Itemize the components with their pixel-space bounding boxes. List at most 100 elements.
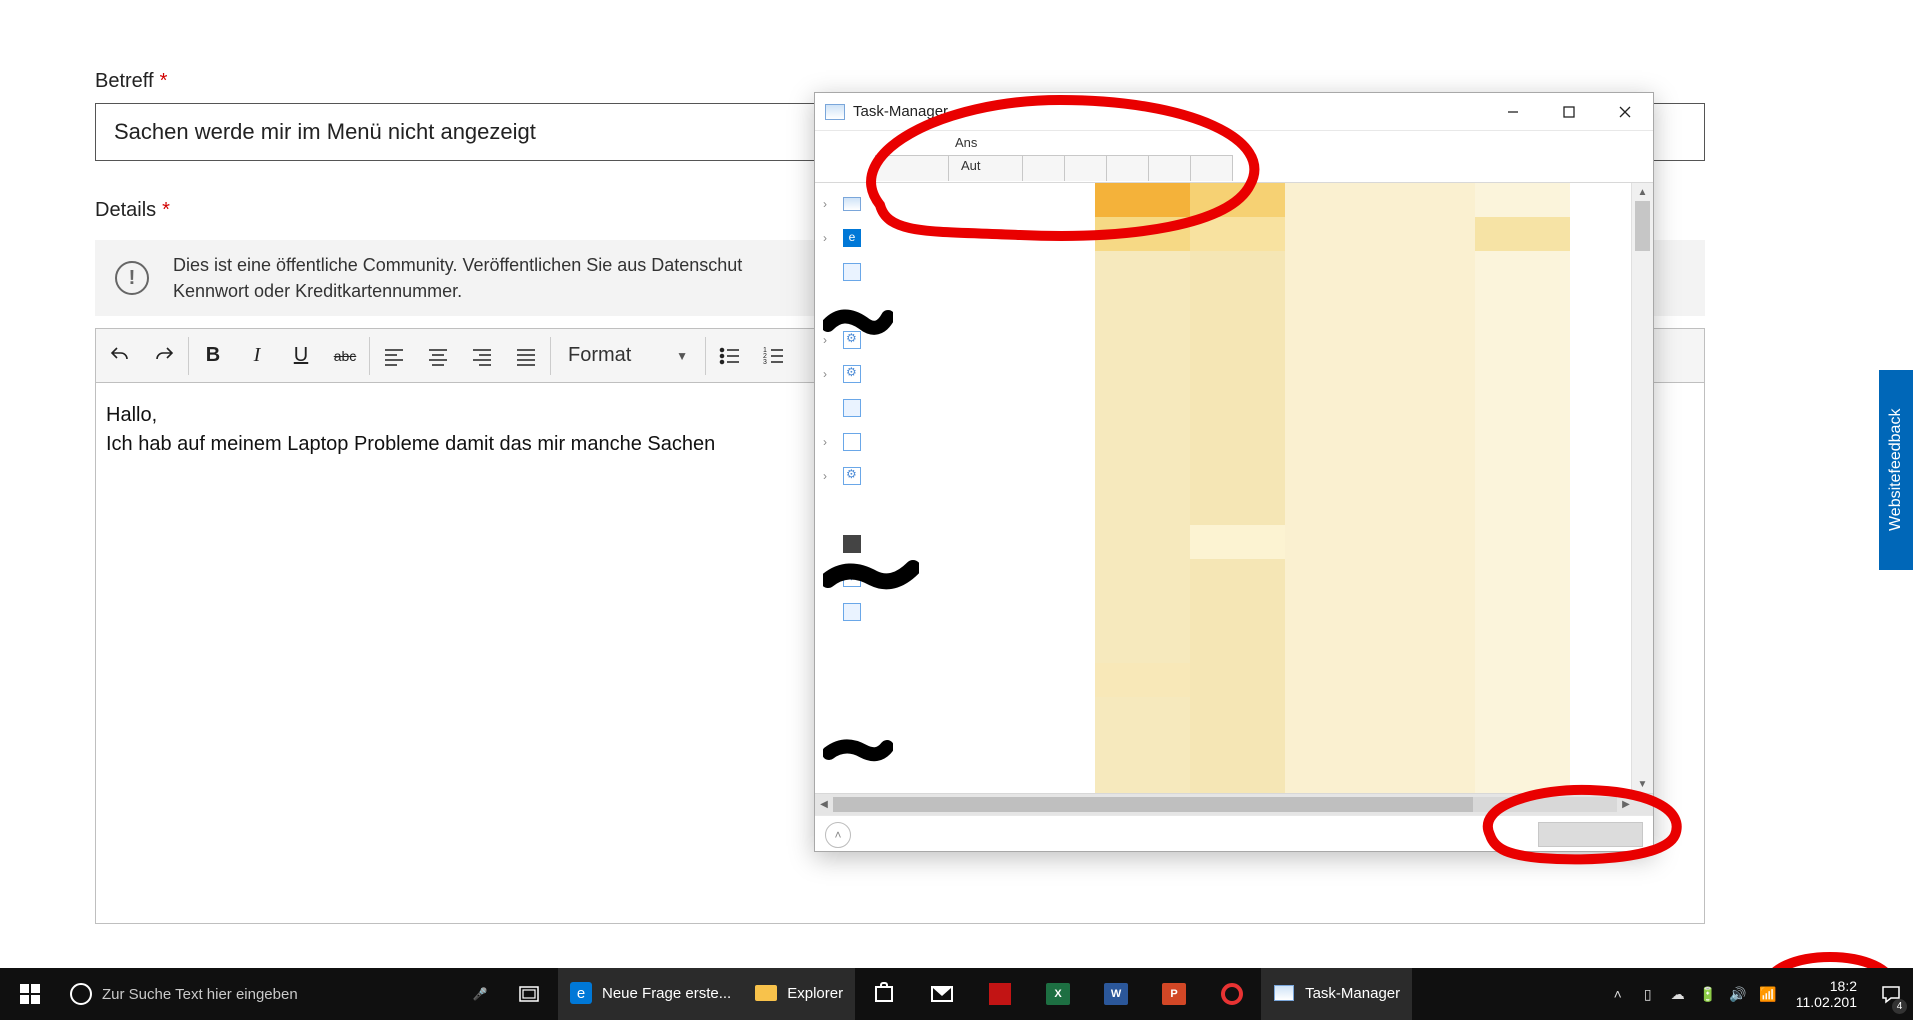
taskbar-app-generic[interactable] [971, 968, 1029, 1020]
taskbar-app-opera[interactable] [1203, 968, 1261, 1020]
tray-chevron-icon[interactable]: ˄ [1606, 982, 1630, 1006]
ordered-list-button[interactable]: 123 [752, 334, 796, 378]
scroll-down-icon[interactable]: ▼ [1632, 775, 1653, 793]
process-row[interactable]: › [815, 459, 1095, 493]
taskbar-app-mail[interactable] [913, 968, 971, 1020]
strikethrough-button[interactable]: abc [323, 334, 367, 378]
process-row[interactable] [815, 527, 1095, 561]
taskbar-app-label: Task-Manager [1305, 985, 1400, 1002]
taskbar-app-excel[interactable]: X [1029, 968, 1087, 1020]
align-left-icon [382, 344, 406, 368]
unordered-list-button[interactable] [708, 334, 752, 378]
minimize-button[interactable] [1485, 93, 1541, 131]
app-icon [843, 603, 861, 621]
process-row[interactable]: › [815, 357, 1095, 391]
process-row[interactable]: › [815, 187, 1095, 221]
undo-icon [108, 344, 132, 368]
align-justify-icon [514, 344, 538, 368]
align-left-button[interactable] [372, 334, 416, 378]
more-details-toggle[interactable]: ˄ [825, 822, 851, 848]
scroll-thumb[interactable] [1635, 201, 1650, 251]
tab-button[interactable] [1023, 155, 1065, 181]
redo-button[interactable] [142, 334, 186, 378]
process-row[interactable]: › [815, 425, 1095, 459]
tray-battery-icon[interactable]: 🔋 [1696, 982, 1720, 1006]
taskbar-app-powerpoint[interactable]: P [1145, 968, 1203, 1020]
process-row[interactable] [815, 391, 1095, 425]
store-icon [843, 433, 861, 451]
cortana-icon [70, 983, 92, 1005]
settings-icon [843, 467, 861, 485]
taskbar-clock[interactable]: 18:2 11.02.201 [1784, 978, 1869, 1010]
process-row[interactable] [815, 255, 1095, 289]
tab-button[interactable]: Aut [949, 155, 1023, 181]
taskbar-app-word[interactable]: W [1087, 968, 1145, 1020]
scroll-thumb[interactable] [833, 797, 1473, 812]
task-manager-window: Task-Manager Ans Aut [814, 92, 1654, 852]
numbered-list-icon: 123 [762, 344, 786, 368]
task-view-icon [519, 986, 539, 1002]
chevron-right-icon: › [823, 469, 835, 483]
horizontal-scrollbar[interactable]: ◀ ▶ [815, 793, 1653, 815]
folder-icon [755, 985, 777, 1001]
windows-taskbar: Zur Suche Text hier eingeben 🎤 e Neue Fr… [0, 968, 1913, 1020]
task-manager-icon [825, 104, 845, 120]
italic-button[interactable]: I [235, 334, 279, 378]
process-row[interactable] [815, 595, 1095, 629]
taskbar-search[interactable]: Zur Suche Text hier eingeben [60, 968, 460, 1020]
redaction-mark [823, 558, 919, 598]
format-dropdown[interactable]: Format ▼ [553, 334, 703, 378]
vertical-scrollbar[interactable]: ▲ ▼ [1631, 183, 1653, 793]
align-center-button[interactable] [416, 334, 460, 378]
scroll-right-icon[interactable]: ▶ [1617, 794, 1635, 815]
website-feedback-tab[interactable]: Websitefeedback [1879, 370, 1913, 570]
opera-icon [1221, 983, 1243, 1005]
tray-wifi-icon[interactable]: 📶 [1756, 982, 1780, 1006]
tab-label-ans: Ans [955, 135, 977, 150]
align-justify-button[interactable] [504, 334, 548, 378]
action-center-button[interactable]: 4 [1869, 968, 1913, 1020]
task-view-button[interactable] [500, 968, 558, 1020]
tab-button[interactable] [875, 155, 949, 181]
underline-button[interactable]: U [279, 334, 323, 378]
chevron-down-icon: ▼ [676, 349, 688, 363]
bold-button[interactable]: B [191, 334, 235, 378]
tab-label-aut: Aut [961, 158, 981, 173]
end-task-button[interactable] [1538, 822, 1643, 847]
taskbar-app-taskmanager[interactable]: Task-Manager [1261, 968, 1412, 1020]
process-row[interactable] [815, 493, 1095, 527]
tab-button[interactable] [1191, 155, 1233, 181]
undo-button[interactable] [98, 334, 142, 378]
privacy-line1: Dies ist eine öffentliche Community. Ver… [173, 252, 742, 278]
close-button[interactable] [1597, 93, 1653, 131]
app-icon [989, 983, 1011, 1005]
task-manager-title: Task-Manager [853, 103, 948, 120]
scroll-up-icon[interactable]: ▲ [1632, 183, 1653, 201]
process-list[interactable]: › ›e › › › › › [815, 183, 1095, 793]
process-row[interactable]: ›e [815, 221, 1095, 255]
taskbar-app-label: Explorer [787, 985, 843, 1002]
tray-volume-icon[interactable]: 🔊 [1726, 982, 1750, 1006]
task-manager-titlebar[interactable]: Task-Manager [815, 93, 1653, 131]
tab-button[interactable] [1065, 155, 1107, 181]
minimize-icon [1507, 106, 1519, 118]
tray-onedrive-icon[interactable]: ☁ [1666, 982, 1690, 1006]
taskbar-app-edge[interactable]: e Neue Frage erste... [558, 968, 743, 1020]
system-tray: ˄ ▯ ☁ 🔋 🔊 📶 [1602, 968, 1784, 1020]
chevron-right-icon: › [823, 231, 835, 245]
powerpoint-icon: P [1162, 983, 1186, 1005]
align-right-button[interactable] [460, 334, 504, 378]
chevron-right-icon: › [823, 367, 835, 381]
mic-icon[interactable]: 🎤 [460, 987, 500, 1001]
taskbar-app-store[interactable] [855, 968, 913, 1020]
notification-badge: 4 [1892, 999, 1907, 1014]
maximize-button[interactable] [1541, 93, 1597, 131]
scroll-left-icon[interactable]: ◀ [815, 794, 833, 815]
process-row[interactable] [815, 629, 1095, 663]
taskbar-app-explorer[interactable]: Explorer [743, 968, 855, 1020]
tray-people-icon[interactable]: ▯ [1636, 982, 1660, 1006]
tab-button[interactable] [1149, 155, 1191, 181]
tab-button[interactable] [1107, 155, 1149, 181]
clock-date: 11.02.201 [1796, 994, 1857, 1010]
start-button[interactable] [0, 968, 60, 1020]
